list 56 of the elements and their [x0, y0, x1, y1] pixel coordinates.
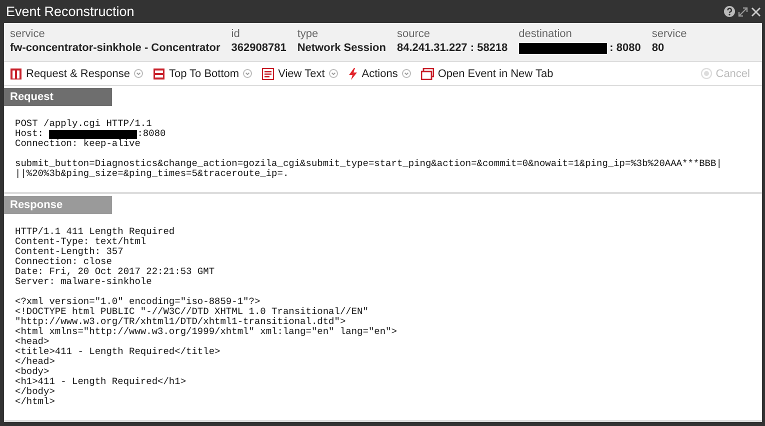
- code-line: submit_button=Diagnostics&change_action=gozila_cgi&submit_type=start_ping&action=&commit=0&nowait=1&ping_ip=%3b%20AAA***BBB|: [15, 159, 722, 169]
- section-header: Response: [4, 196, 112, 214]
- code-line: Connection: keep-alive: [15, 139, 140, 149]
- section-header: Request: [4, 88, 112, 106]
- field-label: type: [297, 28, 320, 41]
- toolbar-button[interactable]: Actions: [348, 68, 411, 80]
- code-line: </head>: [15, 357, 55, 367]
- field-value: 362908781: [231, 41, 286, 56]
- field-label: source: [396, 28, 431, 41]
- code-line: :8080: [137, 129, 166, 139]
- code-line: POST /apply.cgi HTTP/1.1: [15, 119, 152, 129]
- field-label: service: [652, 28, 687, 41]
- toolbar-button[interactable]: Open Event in New Tab: [420, 68, 554, 80]
- toolbar-button[interactable]: Request & Response: [10, 68, 143, 80]
- field-value: 84.241.31.227 : 58218: [396, 41, 508, 56]
- stop-icon: [700, 68, 712, 79]
- dropdown-icon: [243, 69, 252, 78]
- code-line: </body>: [15, 387, 55, 397]
- code-line: <title>411 - Length Required</title>: [15, 347, 220, 357]
- stacked-view-icon: [152, 68, 165, 80]
- code-line: Date: Fri, 20 Oct 2017 22:21:53 GMT: [15, 267, 215, 277]
- toolbar-button[interactable]: Top To Bottom: [152, 68, 252, 80]
- code-line: ||%20%3b&ping_size=&ping_times=5&traceroute_ip=.: [15, 169, 289, 179]
- field-label: id: [231, 28, 241, 41]
- code-line: <h1>411 - Length Required</h1>: [15, 377, 186, 387]
- code-line: <head>: [15, 337, 50, 347]
- code-line: Content-Length: 357: [15, 247, 124, 257]
- help-icon[interactable]: [724, 6, 735, 17]
- field-value: Network Session: [297, 41, 386, 56]
- code-line: <body>: [15, 367, 50, 377]
- code-line: Host:: [15, 129, 45, 139]
- field-value: 80: [652, 41, 664, 56]
- new-tab-icon: [420, 68, 434, 80]
- code-line: Connection: close: [15, 257, 112, 267]
- text-document-icon: [262, 68, 274, 80]
- dropdown-icon: [134, 69, 143, 78]
- field-label: destination: [518, 28, 573, 41]
- lightning-icon: [348, 68, 358, 80]
- dropdown-icon: [328, 69, 338, 78]
- maximize-icon[interactable]: [738, 6, 748, 16]
- code-line: "http://www.w3.org/TR/xhtml1/DTD/xhtml1-transitional.dtd">: [15, 317, 346, 327]
- field-label: service: [10, 28, 46, 41]
- code-line: <?xml version="1.0" encoding="iso-8859-1"?>: [15, 297, 260, 307]
- dropdown-icon: [402, 69, 411, 78]
- code-line: <!DOCTYPE html PUBLIC "-//W3C//DTD XHTML 1.0 Transitional//EN": [15, 307, 368, 317]
- code-line: <html xmlns="http://www.w3.org/1999/xhtml" xml:lang="en" lang="en">: [15, 327, 397, 337]
- code-line: Content-Type: text/html: [15, 237, 146, 247]
- split-view-icon: [10, 68, 22, 80]
- window-title: Event Reconstruction: [6, 4, 134, 19]
- code-line: </html>: [15, 397, 55, 407]
- code-line: Server: malware-sinkhole: [15, 277, 152, 287]
- close-icon[interactable]: [751, 6, 761, 16]
- field-value: fw-concentrator-sinkhole - Concentrator: [10, 41, 220, 56]
- code-line: HTTP/1.1 411 Length Required: [15, 227, 175, 237]
- field-value: : 8080: [610, 41, 641, 56]
- toolbar-button[interactable]: View Text: [262, 68, 338, 80]
